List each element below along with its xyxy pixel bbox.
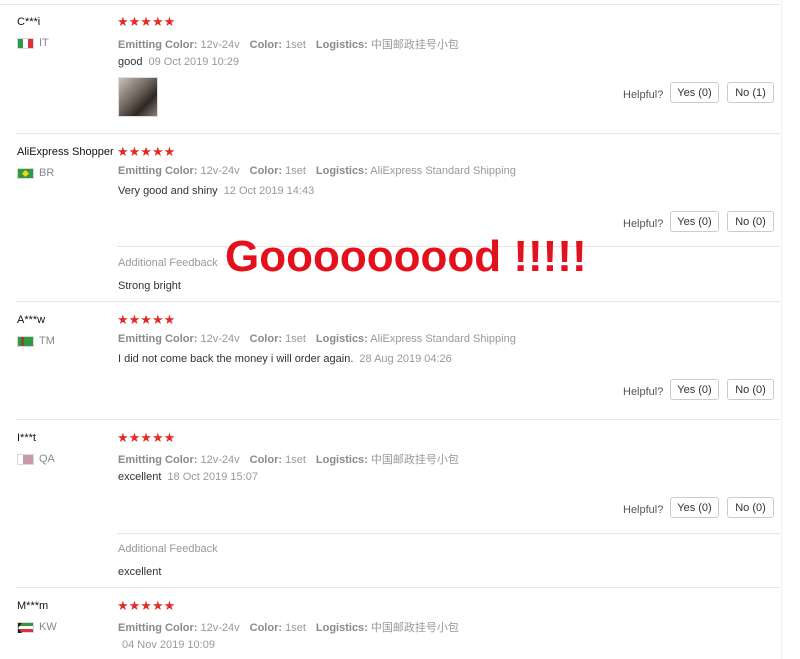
review-attributes: Emitting Color: 12v-24v Color: 1set Logist…: [118, 36, 459, 52]
star-rating: ★★★★★: [117, 144, 176, 159]
helpful-label: Helpful?: [623, 89, 664, 101]
review-body: 04 Nov 2019 10:09: [116, 639, 215, 651]
reviewer-country: QA: [17, 453, 55, 465]
color-label: Color:: [249, 622, 283, 634]
review-body: I did not come back the money i will ord…: [118, 353, 452, 365]
emitting-color-label: Emitting Color:: [118, 454, 198, 466]
review-body: Very good and shiny 12 Oct 2019 14:43: [118, 185, 314, 197]
country-code: QA: [39, 453, 55, 465]
star-rating: ★★★★★: [117, 430, 176, 445]
review-text: I did not come back the money i will ord…: [118, 353, 354, 365]
country-code: KW: [39, 621, 57, 633]
emitting-color-label: Emitting Color:: [118, 165, 198, 177]
additional-feedback-title: Additional Feedback: [118, 543, 218, 555]
emitting-color-label: Emitting Color:: [118, 39, 198, 51]
review-divider: [16, 587, 780, 588]
color-value: 1set: [285, 39, 306, 51]
color-label: Color:: [249, 333, 283, 345]
star-rating: ★★★★★: [117, 312, 176, 327]
country-code: IT: [39, 37, 49, 49]
color-label: Color:: [249, 165, 283, 177]
star-rating: ★★★★★: [117, 14, 176, 29]
country-code: TM: [39, 335, 55, 347]
emitting-color-value: 12v-24v: [200, 39, 240, 51]
country-code: BR: [39, 167, 55, 179]
reviewer-country: TM: [17, 335, 55, 347]
color-label: Color:: [249, 454, 283, 466]
reviewer-name: A***w: [17, 314, 46, 326]
additional-feedback-title: Additional Feedback: [118, 257, 218, 269]
review-date: 09 Oct 2019 10:29: [148, 56, 239, 68]
right-divider: [781, 0, 782, 659]
review-date: 28 Aug 2019 04:26: [359, 353, 452, 365]
color-value: 1set: [285, 165, 306, 177]
logistics-value: 中国邮政挂号小包: [370, 39, 459, 51]
flag-tm-icon: [17, 335, 34, 347]
helpful-no-button[interactable]: No (0): [727, 497, 774, 518]
review-attributes: Emitting Color: 12v-24v Color: 1set Logist…: [118, 619, 459, 635]
review-body: good 09 Oct 2019 10:29: [118, 56, 239, 68]
reviewer-country: BR: [17, 167, 54, 179]
review-attributes: Emitting Color: 12v-24v Color: 1set Logist…: [118, 451, 459, 467]
review-attributes: Emitting Color: 12v-24v Color: 1set Logist…: [118, 333, 516, 345]
logistics-value: 中国邮政挂号小包: [370, 454, 459, 466]
review-divider: [16, 301, 780, 302]
logistics-label: Logistics:: [315, 622, 368, 634]
review-divider: [16, 133, 780, 134]
helpful-label: Helpful?: [623, 218, 664, 230]
reviewer-name: M***m: [17, 600, 49, 612]
review-text: excellent: [118, 471, 162, 483]
flag-it-icon: [17, 37, 34, 49]
color-value: 1set: [285, 333, 306, 345]
review-photo-thumbnail[interactable]: [118, 77, 158, 117]
reviewer-name: I***t: [17, 432, 36, 444]
color-value: 1set: [285, 622, 306, 634]
additional-feedback-text: excellent: [118, 566, 162, 578]
reviewer-country: KW: [17, 621, 57, 633]
helpful-no-button[interactable]: No (0): [727, 211, 774, 232]
logistics-value: 中国邮政挂号小包: [370, 622, 459, 634]
reviewer-name: C***i: [17, 16, 41, 28]
review-date: 12 Oct 2019 14:43: [223, 185, 315, 197]
emitting-color-value: 12v-24v: [200, 333, 240, 345]
overlay-caption: Gooooooood !!!!!: [225, 232, 587, 281]
review-body: excellent 18 Oct 2019 15:07: [118, 471, 258, 483]
reviewer-country: IT: [17, 37, 49, 49]
logistics-label: Logistics:: [315, 333, 368, 345]
review-date: 04 Nov 2019 10:09: [122, 639, 215, 651]
logistics-label: Logistics:: [315, 39, 368, 51]
flag-qa-icon: [17, 453, 34, 465]
review-attributes: Emitting Color: 12v-24v Color: 1set Logist…: [118, 165, 516, 177]
logistics-label: Logistics:: [315, 454, 368, 466]
helpful-label: Helpful?: [623, 386, 664, 398]
emitting-color-label: Emitting Color:: [118, 333, 198, 345]
additional-feedback-text: Strong bright: [118, 280, 181, 292]
color-value: 1set: [285, 454, 306, 466]
logistics-value: AliExpress Standard Shipping: [370, 165, 516, 177]
helpful-label: Helpful?: [623, 504, 664, 516]
review-text: Very good and shiny: [118, 185, 218, 197]
color-label: Color:: [249, 39, 283, 51]
emitting-color-value: 12v-24v: [200, 622, 240, 634]
helpful-yes-button[interactable]: Yes (0): [670, 211, 719, 232]
emitting-color-label: Emitting Color:: [118, 622, 198, 634]
emitting-color-value: 12v-24v: [200, 454, 240, 466]
logistics-value: AliExpress Standard Shipping: [370, 333, 516, 345]
helpful-no-button[interactable]: No (1): [727, 82, 774, 103]
flag-br-icon: [17, 167, 34, 179]
emitting-color-value: 12v-24v: [200, 165, 240, 177]
logistics-label: Logistics:: [315, 165, 368, 177]
review-divider: [16, 419, 780, 420]
helpful-no-button[interactable]: No (0): [727, 379, 774, 400]
additional-feedback-divider: [117, 533, 780, 534]
helpful-yes-button[interactable]: Yes (0): [670, 497, 719, 518]
review-text: good: [118, 56, 143, 68]
review-date: 18 Oct 2019 15:07: [167, 471, 258, 483]
top-divider: [0, 4, 780, 5]
flag-kw-icon: [17, 621, 34, 633]
helpful-yes-button[interactable]: Yes (0): [670, 82, 719, 103]
star-rating: ★★★★★: [117, 598, 176, 613]
reviewer-name: AliExpress Shopper: [17, 146, 114, 158]
helpful-yes-button[interactable]: Yes (0): [670, 379, 719, 400]
